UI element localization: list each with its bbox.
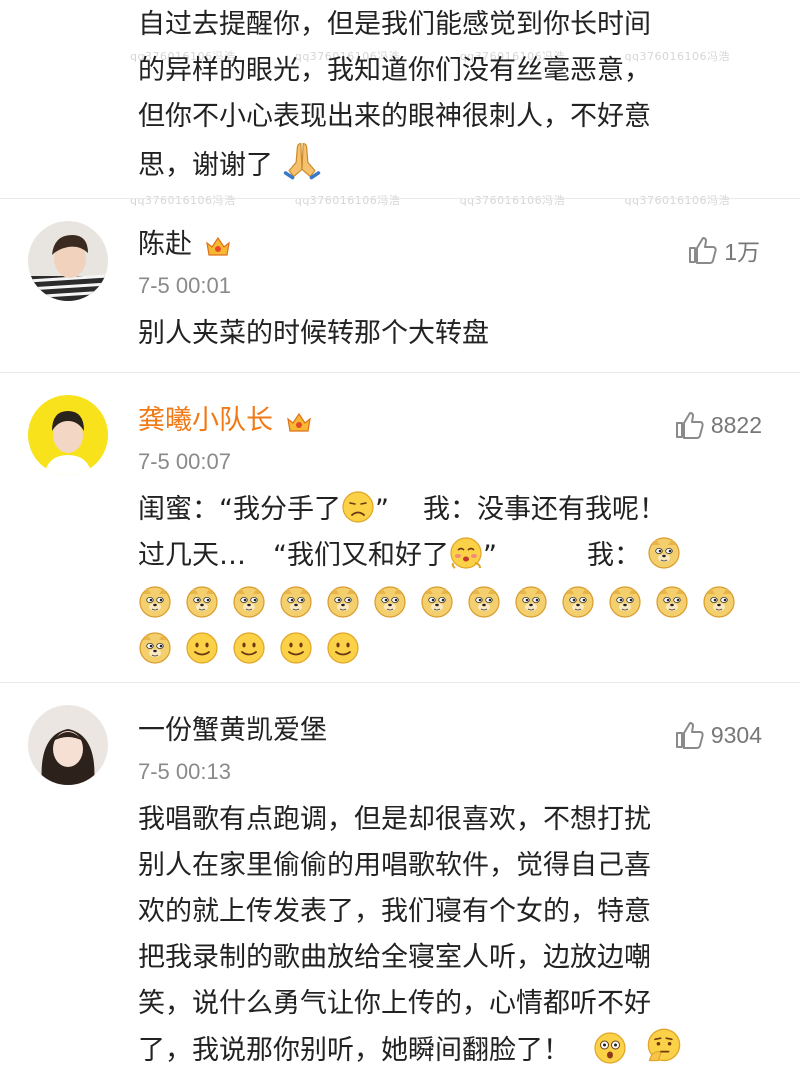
comment-text-line: 把我录制的歌曲放给全寝室人听，边放边嘲 xyxy=(138,942,651,973)
doge-icon xyxy=(232,585,266,619)
comment-text-line: 笑，说什么勇气让你上传的，心情都听不好 xyxy=(138,988,651,1019)
doge-icon xyxy=(467,585,501,619)
doge-icon xyxy=(514,585,548,619)
avatar[interactable] xyxy=(28,221,108,301)
comment-text-line: 欢的就上传发表了，我们寝有个女的，特意 xyxy=(138,896,651,927)
username-text[interactable]: 龚曦小队长 xyxy=(138,405,273,436)
previous-comment-body: 自过去提醒你，但是我们能感觉到你长时间 的异样的眼光，我知道你们没有丝毫恶意， … xyxy=(138,2,651,189)
smile-icon xyxy=(326,631,360,665)
comment-text-segment: 闺蜜：“我分手了 xyxy=(138,494,341,525)
comment-timestamp: 7-5 00:07 xyxy=(138,449,231,474)
doge-icon xyxy=(326,585,360,619)
doge-icon xyxy=(647,536,681,570)
like-count: 9304 xyxy=(710,721,762,748)
comment-text-line: 闺蜜：“我分手了 ” 我：没事还有我呢！ xyxy=(138,487,778,533)
doge-icon xyxy=(420,585,454,619)
comment-text-segment: ” xyxy=(483,540,497,571)
comment-text-line: 的异样的眼光，我知道你们没有丝毫恶意， xyxy=(138,55,651,86)
comment-text-line: 我唱歌有点跑调，但是却很喜欢，不想打扰 xyxy=(138,804,651,835)
blushing-face-icon xyxy=(449,536,483,570)
comment-text-line: 但你不小心表现出来的眼神很刺人，不好意 xyxy=(138,101,651,132)
comment-text-line: 自过去提醒你，但是我们能感觉到你长时间 xyxy=(138,9,651,40)
comment-text-segment: 过几天… “我们又和好了 xyxy=(138,540,449,571)
avatar[interactable] xyxy=(28,705,108,785)
thumbs-up-icon[interactable] xyxy=(673,719,705,751)
like-count: 8822 xyxy=(710,411,762,438)
doge-icon xyxy=(655,585,689,619)
thumbs-up-icon[interactable] xyxy=(673,409,705,441)
doge-icon xyxy=(138,585,172,619)
doge-icon xyxy=(561,585,595,619)
vip-crown-icon xyxy=(286,411,312,433)
shocked-face-icon xyxy=(593,1031,627,1065)
comment-text-segment: 思，谢谢了 xyxy=(138,150,273,181)
like-button[interactable]: 1万 xyxy=(686,233,760,267)
doge-icon xyxy=(185,585,219,619)
like-button[interactable]: 8822 xyxy=(673,409,762,441)
comment-text-line: 过几天… “我们又和好了 ” 我： xyxy=(138,533,778,579)
comment-text-line: 思，谢谢了 xyxy=(138,140,651,189)
doge-icon xyxy=(138,631,172,665)
comment-text-line: 别人在家里偷偷的用唱歌软件，觉得自己喜 xyxy=(138,850,651,881)
thinking-face-icon xyxy=(645,1027,683,1065)
username-text[interactable]: 一份蟹黄凯爱堡 xyxy=(138,715,327,746)
comment-text-segment: 了，我说那你别听，她瞬间翻脸了！ xyxy=(138,1035,570,1066)
thumbs-up-icon[interactable] xyxy=(686,234,718,266)
comment-text-segment: 我： xyxy=(587,540,641,571)
smile-icon xyxy=(279,631,313,665)
like-count: 1万 xyxy=(724,239,760,265)
comment-text-segment: 我：没事还有我呢！ xyxy=(423,494,666,525)
like-button[interactable]: 9304 xyxy=(673,719,762,751)
comment-text-segment: ” xyxy=(375,494,389,525)
smile-icon xyxy=(232,631,266,665)
comment-item: 龚曦小队长 7-5 00:07 8822 闺蜜：“我分手了 ” 我：没事还有我呢！ … xyxy=(0,373,800,678)
username[interactable]: 龚曦小队长 xyxy=(138,403,312,439)
comment-text-line: 了，我说那你别听，她瞬间翻脸了！ xyxy=(138,1027,683,1074)
comment-text-line: 别人夹菜的时候转那个大转盘 xyxy=(138,318,489,349)
comment-item: 陈赴 7-5 00:01 1万 别人夹菜的时候转那个大转盘 xyxy=(0,199,800,369)
doge-icon xyxy=(702,585,736,619)
username[interactable]: 陈赴 xyxy=(138,227,231,263)
comment-item: 一份蟹黄凯爱堡 7-5 00:13 9304 我唱歌有点跑调，但是却很喜欢，不想… xyxy=(0,683,800,1083)
praying-hands-icon xyxy=(282,140,322,180)
doge-icon xyxy=(279,585,313,619)
username[interactable]: 一份蟹黄凯爱堡 xyxy=(138,713,327,749)
smile-icon xyxy=(185,631,219,665)
comment-body: 我唱歌有点跑调，但是却很喜欢，不想打扰 别人在家里偷偷的用唱歌软件，觉得自己喜 … xyxy=(138,797,683,1074)
comment-timestamp: 7-5 00:13 xyxy=(138,759,231,784)
vip-crown-icon xyxy=(205,235,231,257)
username-text[interactable]: 陈赴 xyxy=(138,229,192,260)
doge-icon xyxy=(373,585,407,619)
emoji-row xyxy=(138,625,778,671)
comment-body: 闺蜜：“我分手了 ” 我：没事还有我呢！ 过几天… “我们又和好了 ” 我： xyxy=(138,487,778,671)
doge-icon xyxy=(608,585,642,619)
comment-timestamp: 7-5 00:01 xyxy=(138,273,231,298)
emoji-row xyxy=(138,579,778,625)
sad-face-icon xyxy=(341,490,375,524)
avatar[interactable] xyxy=(28,395,108,475)
